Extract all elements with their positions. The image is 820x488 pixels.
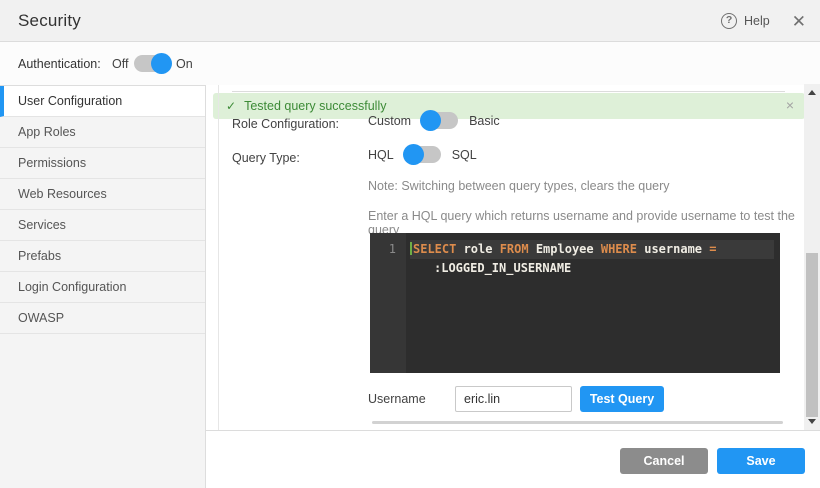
- code-token-plain: username: [644, 242, 709, 256]
- toggle-knob: [420, 110, 441, 131]
- role-configuration-control: Custom Basic: [368, 112, 500, 129]
- authentication-off-label: Off: [112, 57, 128, 71]
- code-token-plain: :LOGGED_IN_USERNAME: [434, 261, 571, 275]
- vertical-scrollbar[interactable]: [804, 84, 820, 430]
- success-banner-message: Tested query successfully: [244, 99, 386, 113]
- role-option-custom: Custom: [368, 114, 411, 128]
- role-configuration-toggle[interactable]: [422, 112, 458, 129]
- authentication-row: Authentication: Off On ✓ Tested query su…: [0, 42, 820, 85]
- help-link[interactable]: Help: [744, 14, 770, 28]
- code-token-keyword: SELECT: [413, 242, 464, 256]
- sidebar-item-services[interactable]: Services: [0, 210, 205, 241]
- banner-dismiss-icon[interactable]: ×: [786, 98, 794, 112]
- query-option-hql: HQL: [368, 148, 394, 162]
- role-option-basic: Basic: [469, 114, 500, 128]
- check-icon: ✓: [226, 99, 236, 113]
- code-token-keyword: FROM: [500, 242, 536, 256]
- sidebar-item-prefabs[interactable]: Prefabs: [0, 241, 205, 272]
- sidebar-item-user-configuration[interactable]: User Configuration: [0, 86, 205, 117]
- sidebar-item-owasp[interactable]: OWASP: [0, 303, 205, 334]
- code-token-plain: Employee: [536, 242, 601, 256]
- query-type-label: Query Type:: [232, 151, 300, 165]
- query-option-sql: SQL: [452, 148, 477, 162]
- title-bar: Security ? Help ✕: [0, 0, 820, 42]
- horizontal-scrollbar-thumb[interactable]: [372, 421, 783, 424]
- title-bar-actions: ? Help ✕: [721, 0, 806, 42]
- code-line: :LOGGED_IN_USERNAME: [410, 259, 774, 278]
- editor-caret: [410, 242, 412, 255]
- section-divider-top: [232, 91, 785, 92]
- scroll-down-icon[interactable]: [808, 419, 816, 424]
- authentication-toggle[interactable]: [134, 55, 170, 72]
- cancel-button[interactable]: Cancel: [620, 448, 708, 474]
- sidebar-nav: User ConfigurationApp RolesPermissionsWe…: [0, 85, 206, 488]
- query-code-editor[interactable]: 1 SELECT role FROM Employee WHERE userna…: [370, 233, 780, 373]
- success-banner: ✓ Tested query successfully ×: [213, 93, 805, 119]
- code-token-plain: role: [464, 242, 500, 256]
- code-token-keyword: =: [709, 242, 716, 256]
- help-icon[interactable]: ?: [721, 13, 737, 29]
- scroll-up-icon[interactable]: [808, 90, 816, 95]
- code-area[interactable]: SELECT role FROM Employee WHERE username…: [406, 233, 780, 373]
- sidebar-item-permissions[interactable]: Permissions: [0, 148, 205, 179]
- code-token-keyword: WHERE: [601, 242, 644, 256]
- sidebar-item-login-configuration[interactable]: Login Configuration: [0, 272, 205, 303]
- authentication-label: Authentication:: [18, 57, 101, 71]
- save-button[interactable]: Save: [717, 448, 805, 474]
- toggle-knob: [403, 144, 424, 165]
- security-dialog: Security ? Help ✕ Authentication: Off On…: [0, 0, 820, 488]
- username-input[interactable]: [455, 386, 572, 412]
- test-query-button[interactable]: Test Query: [580, 386, 664, 412]
- editor-line-number: 1: [370, 233, 406, 373]
- authentication-on-label: On: [176, 57, 193, 71]
- panel-left-border: [218, 85, 219, 431]
- vertical-scrollbar-thumb[interactable]: [806, 253, 818, 417]
- query-type-toggle[interactable]: [405, 146, 441, 163]
- page-title: Security: [18, 11, 81, 31]
- query-note-text: Note: Switching between query types, cle…: [368, 179, 670, 193]
- query-type-control: HQL SQL: [368, 146, 477, 163]
- code-line: SELECT role FROM Employee WHERE username…: [410, 240, 774, 259]
- username-label: Username: [368, 392, 426, 406]
- sidebar-item-app-roles[interactable]: App Roles: [0, 117, 205, 148]
- panel-bottom-divider: [206, 430, 820, 431]
- sidebar-item-web-resources[interactable]: Web Resources: [0, 179, 205, 210]
- toggle-knob: [151, 53, 172, 74]
- close-icon[interactable]: ✕: [792, 13, 806, 30]
- role-configuration-label: Role Configuration:: [232, 117, 339, 131]
